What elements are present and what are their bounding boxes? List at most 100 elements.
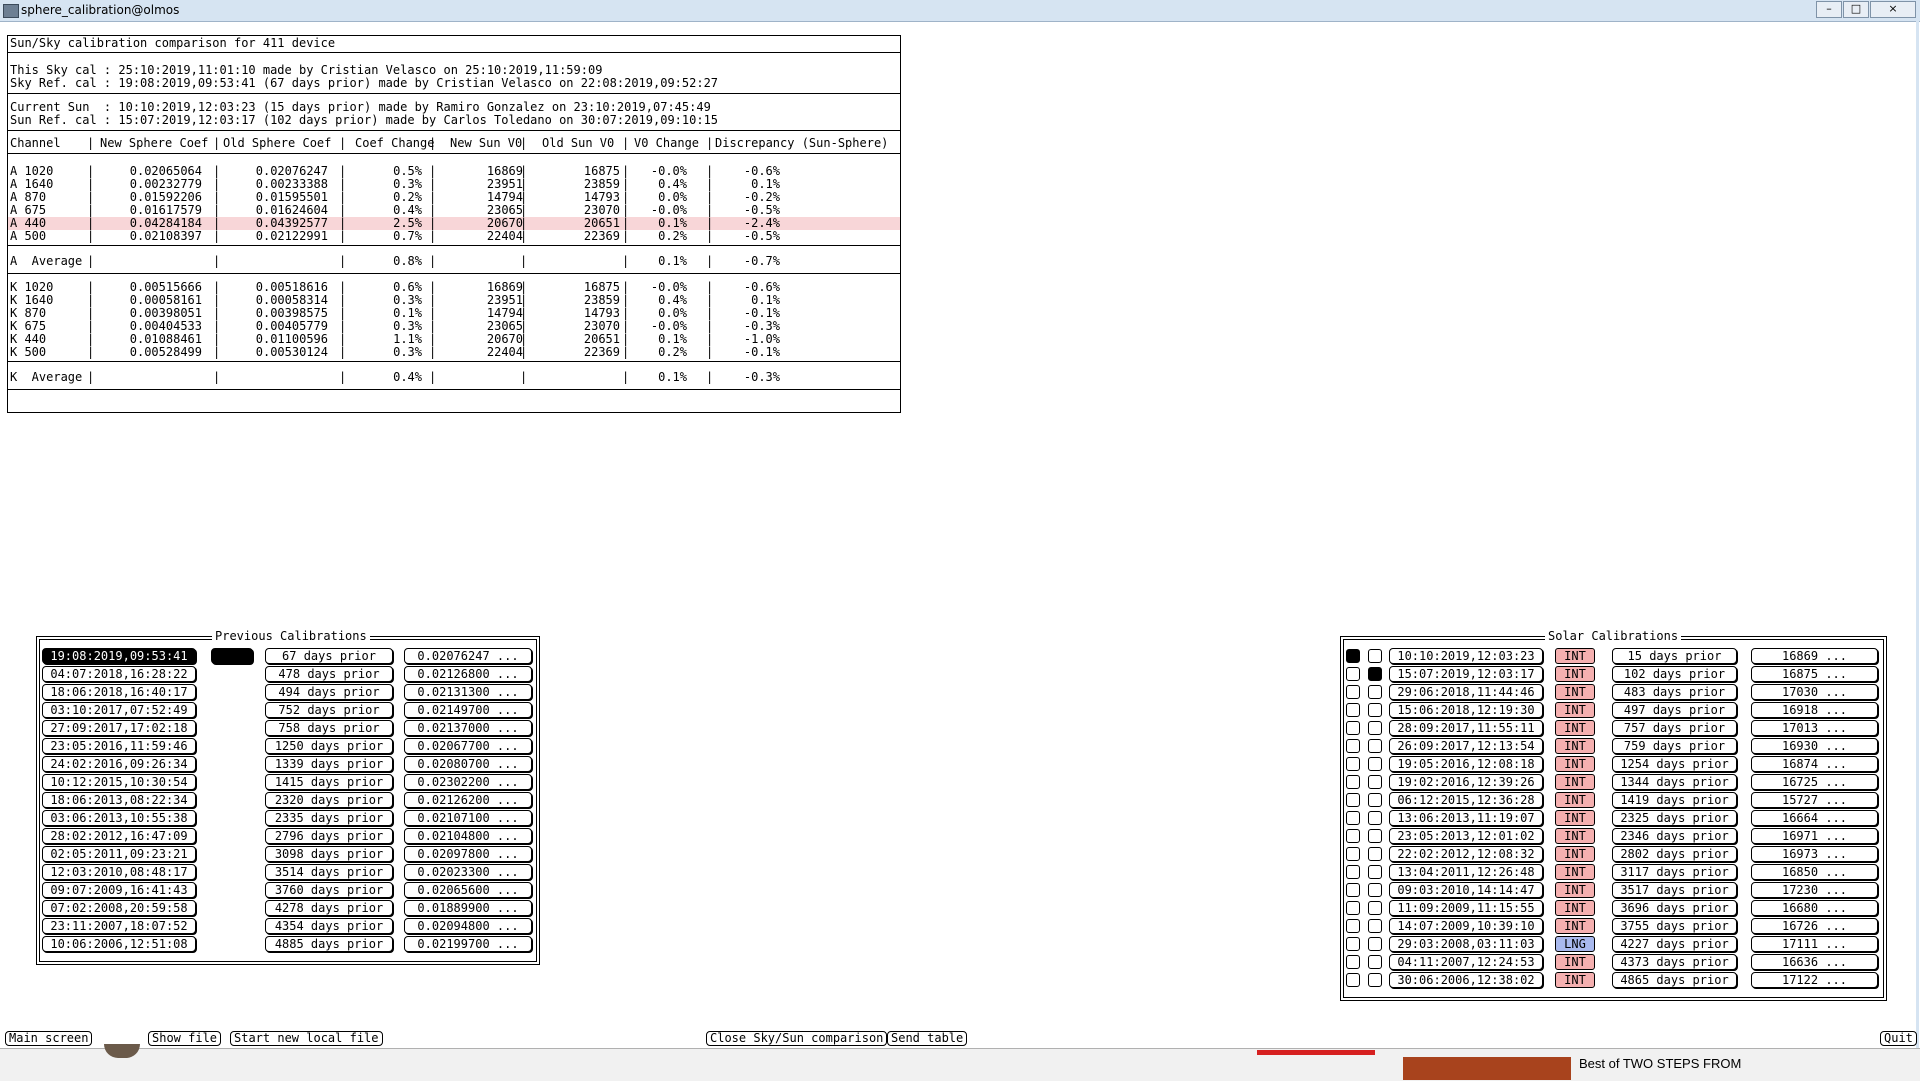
sphere-coef-button[interactable]: 0.02137000 ... (404, 720, 532, 736)
solar-date-button[interactable]: 19:02:2016,12:39:26 (1389, 774, 1543, 790)
sphere-coef-button[interactable]: 0.02107100 ... (404, 810, 532, 826)
current-sun-radio[interactable] (1346, 937, 1360, 951)
sphere-coef-button[interactable]: 0.02126800 ... (404, 666, 532, 682)
solar-date-button[interactable]: 11:09:2009,11:15:55 (1389, 900, 1543, 916)
sphere-coef-button[interactable]: 0.02302200 ... (404, 774, 532, 790)
sun-v0-button[interactable]: 17013 ... (1751, 720, 1878, 736)
current-sun-radio[interactable] (1346, 757, 1360, 771)
sphere-coef-button[interactable]: 0.02126200 ... (404, 792, 532, 808)
sphere-coef-button[interactable]: 0.02067700 ... (404, 738, 532, 754)
calibration-date-button[interactable]: 18:06:2018,16:40:17 (42, 684, 196, 700)
sun-v0-button[interactable]: 16971 ... (1751, 828, 1878, 844)
reference-sun-radio[interactable] (1368, 685, 1382, 699)
solar-date-button[interactable]: 06:12:2015,12:36:28 (1389, 792, 1543, 808)
calibration-date-button[interactable]: 03:06:2013,10:55:38 (42, 810, 196, 826)
sphere-coef-button[interactable]: 0.01889900 ... (404, 900, 532, 916)
calibration-date-button[interactable]: 27:09:2017,17:02:18 (42, 720, 196, 736)
reference-sun-radio[interactable] (1368, 739, 1382, 753)
solar-date-button[interactable]: 19:05:2016,12:08:18 (1389, 756, 1543, 772)
reference-sun-radio[interactable] (1368, 829, 1382, 843)
current-sun-radio[interactable] (1346, 955, 1360, 969)
current-sun-radio[interactable] (1346, 685, 1360, 699)
send-table-button[interactable]: Send table (887, 1031, 968, 1046)
current-sun-radio[interactable] (1346, 847, 1360, 861)
reference-sun-radio[interactable] (1368, 973, 1382, 987)
calibration-date-button[interactable]: 10:12:2015,10:30:54 (42, 774, 196, 790)
reference-sun-radio[interactable] (1368, 775, 1382, 789)
solar-date-button[interactable]: 26:09:2017,12:13:54 (1389, 738, 1543, 754)
solar-date-button[interactable]: 09:03:2010,14:14:47 (1389, 882, 1543, 898)
current-sun-radio[interactable] (1346, 829, 1360, 843)
calibration-date-button[interactable]: 07:02:2008,20:59:58 (42, 900, 196, 916)
sun-v0-button[interactable]: 16875 ... (1751, 666, 1878, 682)
current-sun-radio[interactable] (1346, 775, 1360, 789)
sphere-coef-button[interactable]: 0.02097800 ... (404, 846, 532, 862)
solar-date-button[interactable]: 22:02:2012,12:08:32 (1389, 846, 1543, 862)
solar-date-button[interactable]: 30:06:2006,12:38:02 (1389, 972, 1543, 988)
close-window-button[interactable]: × (1870, 1, 1916, 18)
calibration-date-button[interactable]: 23:11:2007,18:07:52 (42, 918, 196, 934)
current-sun-radio[interactable] (1346, 865, 1360, 879)
solar-date-button[interactable]: 23:05:2013,12:01:02 (1389, 828, 1543, 844)
sun-v0-button[interactable]: 16930 ... (1751, 738, 1878, 754)
reference-sun-radio[interactable] (1368, 847, 1382, 861)
sun-v0-button[interactable]: 16850 ... (1751, 864, 1878, 880)
current-sun-radio[interactable] (1346, 739, 1360, 753)
sphere-coef-button[interactable]: 0.02065600 ... (404, 882, 532, 898)
reference-sun-radio[interactable] (1368, 703, 1382, 717)
reference-sun-radio[interactable] (1368, 937, 1382, 951)
sphere-coef-button[interactable]: 0.02199700 ... (404, 936, 532, 952)
current-sun-radio[interactable] (1346, 721, 1360, 735)
current-sun-radio[interactable] (1346, 883, 1360, 897)
calibration-date-button[interactable]: 23:05:2016,11:59:46 (42, 738, 196, 754)
show-file-button[interactable]: Show file (148, 1031, 222, 1046)
main-screen-button[interactable]: Main screen (5, 1031, 93, 1046)
calibration-date-button[interactable]: 24:02:2016,09:26:34 (42, 756, 196, 772)
current-sun-radio[interactable] (1346, 919, 1360, 933)
sun-v0-button[interactable]: 16874 ... (1751, 756, 1878, 772)
sun-v0-button[interactable]: 16726 ... (1751, 918, 1878, 934)
sphere-coef-button[interactable]: 0.02076247 ... (404, 648, 532, 664)
current-sun-radio[interactable] (1346, 649, 1360, 663)
video-title[interactable]: Best of TWO STEPS FROM (1579, 1056, 1741, 1071)
minimize-button[interactable]: – (1816, 1, 1842, 18)
maximize-button[interactable]: □ (1843, 1, 1869, 18)
calibration-date-button[interactable]: 03:10:2017,07:52:49 (42, 702, 196, 718)
reference-sun-radio[interactable] (1368, 757, 1382, 771)
solar-date-button[interactable]: 29:06:2018,11:44:46 (1389, 684, 1543, 700)
quit-button[interactable]: Quit (1880, 1031, 1917, 1046)
calibration-date-button[interactable]: 02:05:2011,09:23:21 (42, 846, 196, 862)
current-sun-radio[interactable] (1346, 667, 1360, 681)
sun-v0-button[interactable]: 17230 ... (1751, 882, 1878, 898)
current-sun-radio[interactable] (1346, 811, 1360, 825)
sphere-coef-button[interactable]: 0.02104800 ... (404, 828, 532, 844)
sphere-coef-button[interactable]: 0.02149700 ... (404, 702, 532, 718)
solar-date-button[interactable]: 28:09:2017,11:55:11 (1389, 720, 1543, 736)
sun-v0-button[interactable]: 15727 ... (1751, 792, 1878, 808)
solar-date-button[interactable]: 14:07:2009,10:39:10 (1389, 918, 1543, 934)
solar-date-button[interactable]: 13:04:2011,12:26:48 (1389, 864, 1543, 880)
current-sun-radio[interactable] (1346, 793, 1360, 807)
current-sun-radio[interactable] (1346, 703, 1360, 717)
sun-v0-button[interactable]: 17111 ... (1751, 936, 1878, 952)
reference-sun-radio[interactable] (1368, 649, 1382, 663)
solar-date-button[interactable]: 04:11:2007,12:24:53 (1389, 954, 1543, 970)
reference-sun-radio[interactable] (1368, 955, 1382, 969)
reference-sun-radio[interactable] (1368, 667, 1382, 681)
video-thumbnail[interactable] (1403, 1057, 1571, 1080)
solar-date-button[interactable]: 13:06:2013,11:19:07 (1389, 810, 1543, 826)
calibration-date-button[interactable]: 18:06:2013,08:22:34 (42, 792, 196, 808)
sphere-coef-button[interactable]: 0.02131300 ... (404, 684, 532, 700)
solar-date-button[interactable]: 15:07:2019,12:03:17 (1389, 666, 1543, 682)
current-sun-radio[interactable] (1346, 901, 1360, 915)
sun-v0-button[interactable]: 16680 ... (1751, 900, 1878, 916)
reference-sun-radio[interactable] (1368, 919, 1382, 933)
close-comparison-button[interactable]: Close Sky/Sun comparison (706, 1031, 888, 1046)
reference-sun-radio[interactable] (1368, 865, 1382, 879)
solar-date-button[interactable]: 29:03:2008,03:11:03 (1389, 936, 1543, 952)
reference-sun-radio[interactable] (1368, 721, 1382, 735)
sun-v0-button[interactable]: 16725 ... (1751, 774, 1878, 790)
solar-date-button[interactable]: 10:10:2019,12:03:23 (1389, 648, 1543, 664)
sphere-coef-button[interactable]: 0.02080700 ... (404, 756, 532, 772)
calibration-date-button[interactable]: 10:06:2006,12:51:08 (42, 936, 196, 952)
